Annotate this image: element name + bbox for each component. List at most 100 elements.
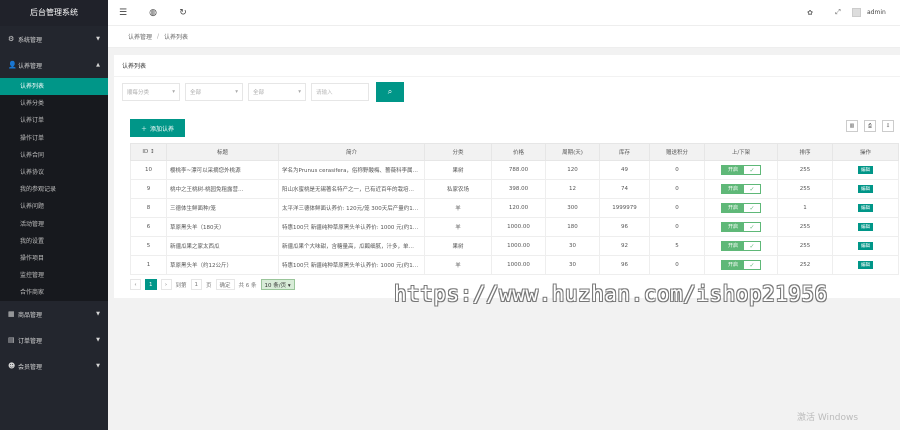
sidebar-group-goods[interactable]: ▦ 商品管理 ▼ [0, 301, 108, 327]
status-select[interactable]: 全部 ▾ [185, 83, 243, 101]
cell-intro: 新疆瓜果个大味甜，含糖量高，瓜瓤细腻，汁多，单… [278, 236, 425, 256]
windows-activation-notice: 激活 Windows [797, 413, 859, 423]
pagination: ‹ 1 › 到第 1 页 确定 共 6 条 10 条/页 ▾ [130, 279, 295, 290]
sidebar-item-settings[interactable]: 我的设置 [0, 233, 108, 250]
columns-icon[interactable]: ▥ [846, 120, 858, 132]
edit-button[interactable]: 编辑 [858, 166, 873, 174]
cell-price: 1000.00 [491, 255, 546, 275]
col-header: 操作 [832, 143, 899, 161]
print-icon[interactable]: ⎙ [864, 120, 876, 132]
publish-toggle[interactable]: 开启 ✓ [721, 260, 761, 270]
card-title: 认养列表 [114, 55, 900, 77]
cell-stock: 49 [599, 160, 650, 180]
cell-status: 开启 ✓ [704, 236, 778, 256]
cell-sort: 255 [777, 160, 833, 180]
watermark: https://www.huzhan.com/ishop21956 [394, 282, 828, 306]
sidebar-item-adoption-category[interactable]: 认养分类 [0, 95, 108, 112]
sidebar-group-orders[interactable]: ▤ 订单管理 ▼ [0, 327, 108, 353]
cell-stock: 74 [599, 179, 650, 199]
goto-page-input[interactable]: 1 [190, 279, 203, 290]
sidebar-subnav: 认养列表 认养分类 认养订单 操作订单 认养合同 认养协议 我的参观记录 认养问… [0, 78, 108, 302]
page-size-select[interactable]: 10 条/页 ▾ [260, 279, 295, 290]
publish-toggle[interactable]: 开启 ✓ [721, 184, 761, 194]
table-row: 9 桃中之王桃树-桃园免租露营… 阳山水蜜桃是无锡著名特产之一，已有近百年的栽培… 私… [130, 179, 899, 199]
breadcrumb-root[interactable]: 认养管理 [128, 32, 152, 41]
cell-title: 草原黑头羊（约12公斤） [166, 255, 279, 275]
sidebar-item-visit-records[interactable]: 我的参观记录 [0, 181, 108, 198]
cell-action: 编辑 [832, 198, 899, 218]
cell-status: 开启 ✓ [704, 198, 778, 218]
globe-icon[interactable]: ◍ [138, 8, 168, 18]
publish-toggle[interactable]: 开启 ✓ [721, 241, 761, 251]
cell-status: 开启 ✓ [704, 160, 778, 180]
sidebar: 后台管理系统 ⚙ 系统管理 ▼ 👤 认养管理 ▲ 认养列表 认养分类 认养订单 … [0, 0, 108, 430]
cell-intro: 阳山水蜜桃是无锡著名特产之一，已有近百年的栽培… [278, 179, 425, 199]
sidebar-item-agreement[interactable]: 认养协议 [0, 164, 108, 181]
check-icon: ✓ [749, 224, 755, 231]
user-menu[interactable]: admin [852, 8, 900, 17]
edit-button[interactable]: 编辑 [858, 223, 873, 231]
export-icon[interactable]: ⇩ [882, 120, 894, 132]
cell-cycle: 120 [545, 160, 600, 180]
cell-id: 10 [130, 160, 167, 180]
cell-sort: 255 [777, 179, 833, 199]
cell-id: 5 [130, 236, 167, 256]
cell-action: 编辑 [832, 217, 899, 237]
publish-toggle[interactable]: 开启 ✓ [721, 203, 761, 213]
table-row: 5 新疆瓜果之家太西瓜 新疆瓜果个大味甜，含糖量高，瓜瓤细腻，汁多，单… 果树 1000… [130, 236, 899, 256]
search-button[interactable]: ⌕ [376, 82, 404, 102]
topbar: ☰ ◍ ↻ ✿ ⤢ admin [108, 0, 900, 26]
sidebar-item-activities[interactable]: 活动管理 [0, 216, 108, 233]
publish-toggle[interactable]: 开启 ✓ [721, 165, 761, 175]
edit-button[interactable]: 编辑 [858, 185, 873, 193]
cell-title: 新疆瓜果之家太西瓜 [166, 236, 279, 256]
page-unit: 页 [206, 282, 212, 289]
keyword-input[interactable]: 请输入 [311, 83, 369, 101]
next-page-button[interactable]: › [160, 279, 172, 290]
order-icon: ▤ [8, 336, 15, 345]
cell-stock: 92 [599, 236, 650, 256]
menu-icon[interactable]: ☰ [108, 8, 138, 18]
cell-sort: 1 [777, 198, 833, 218]
cell-points: 0 [649, 179, 705, 199]
category-select[interactable]: 顺每分类 ▾ [122, 83, 180, 101]
edit-button[interactable]: 编辑 [858, 242, 873, 250]
chevron-down-icon: ▾ [172, 89, 175, 95]
sidebar-group-adoption[interactable]: 👤 认养管理 ▲ [0, 52, 108, 78]
fullscreen-icon[interactable]: ⤢ [824, 8, 852, 17]
sidebar-item-partners[interactable]: 合作商家 [0, 284, 108, 301]
cell-id: 1 [130, 255, 167, 275]
cell-intro: 学名为Prunus cerasifera，俗称野酸梅、蔷薇科李属… [278, 160, 425, 180]
edit-button[interactable]: 编辑 [858, 204, 873, 212]
col-header: 标题 [166, 143, 279, 161]
theme-icon[interactable]: ✿ [796, 9, 824, 17]
cell-category: 羊 [424, 198, 492, 218]
type-select[interactable]: 全部 ▾ [248, 83, 306, 101]
sidebar-item-operation-orders[interactable]: 操作订单 [0, 130, 108, 147]
sidebar-group-label: 商品管理 [18, 311, 43, 319]
edit-button[interactable]: 编辑 [858, 261, 873, 269]
sidebar-group-system[interactable]: ⚙ 系统管理 ▼ [0, 26, 108, 52]
publish-toggle[interactable]: 开启 ✓ [721, 222, 761, 232]
sidebar-item-contract[interactable]: 认养合同 [0, 147, 108, 164]
sidebar-item-monitoring[interactable]: 监控管理 [0, 267, 108, 284]
search-icon: ⌕ [387, 87, 393, 96]
check-icon: ✓ [749, 243, 755, 250]
cell-status: 开启 ✓ [704, 179, 778, 199]
cell-id: 9 [130, 179, 167, 199]
prev-page-button[interactable]: ‹ [130, 279, 141, 290]
add-adoption-button[interactable]: ＋ 添加认养 [130, 119, 185, 137]
refresh-icon[interactable]: ↻ [168, 8, 198, 18]
chevron-down-icon: ▼ [96, 36, 100, 42]
goto-confirm-button[interactable]: 确定 [215, 279, 235, 290]
cell-id: 6 [130, 217, 167, 237]
sidebar-item-adoption-orders[interactable]: 认养订单 [0, 112, 108, 129]
sidebar-group-members[interactable]: ☻ 会员管理 ▼ [0, 353, 108, 379]
sidebar-item-projects[interactable]: 操作项目 [0, 250, 108, 267]
check-icon: ✓ [749, 205, 755, 212]
sidebar-item-questions[interactable]: 认养问题 [0, 198, 108, 215]
page-button-current[interactable]: 1 [145, 279, 157, 290]
col-header[interactable]: ID ↕ [130, 143, 167, 161]
cell-price: 398.00 [491, 179, 546, 199]
sidebar-item-adoption-list[interactable]: 认养列表 [0, 78, 108, 96]
